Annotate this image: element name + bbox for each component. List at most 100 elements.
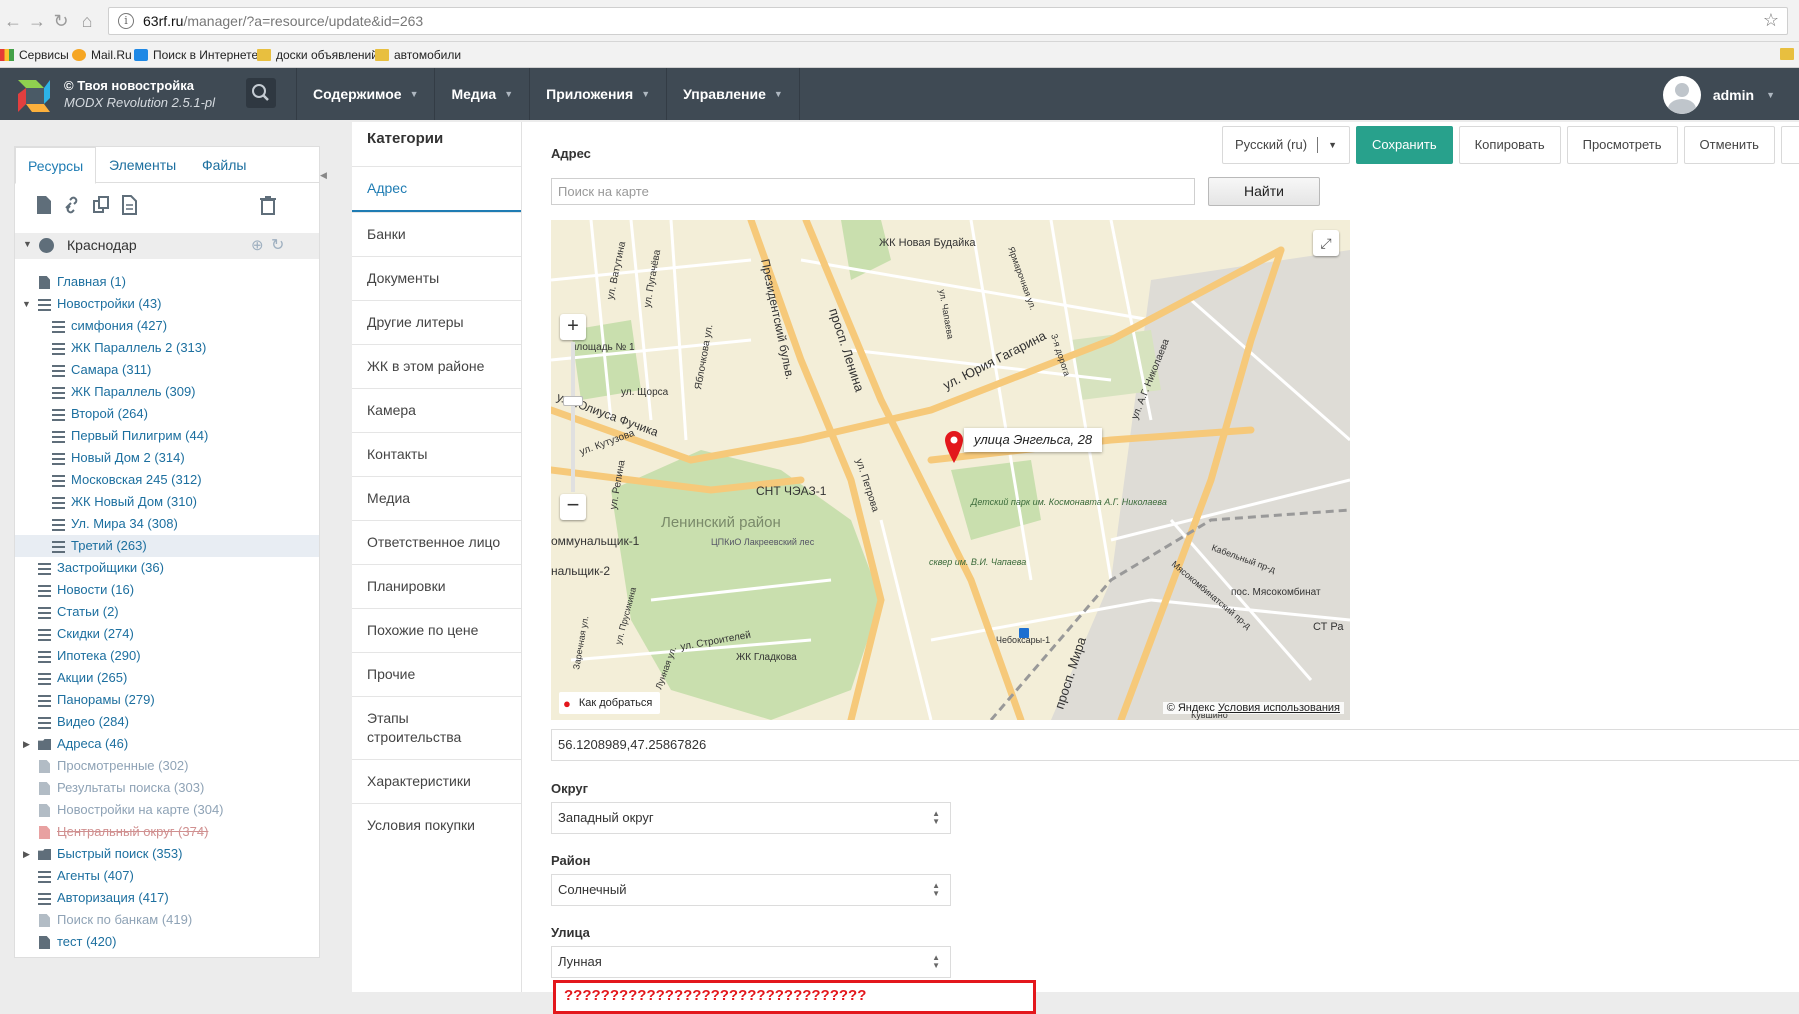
tab-other[interactable]: Прочие <box>352 652 521 696</box>
map-canvas[interactable]: ЖК Новая Будайка ул. Ватутина ул. Пугачё… <box>551 220 1350 720</box>
tab-contacts[interactable]: Контакты <box>352 432 521 476</box>
expand-toggle-icon[interactable]: ▶ <box>23 843 30 865</box>
zoom-slider-handle[interactable] <box>563 396 583 406</box>
tree-root-context[interactable]: ▼ Краснодар ⊕ ↻ <box>15 233 319 259</box>
tab-jk-in-area[interactable]: ЖК в этом районе <box>352 344 521 388</box>
avatar[interactable] <box>1662 76 1701 114</box>
language-select[interactable]: Русский (ru) ▼ <box>1222 126 1350 164</box>
more-button[interactable] <box>1780 126 1799 164</box>
tree-node[interactable]: Новости (16) <box>15 579 319 601</box>
nav-apps[interactable]: Приложения ▼ <box>530 68 668 120</box>
bookmark-cars[interactable]: автомобили <box>375 48 461 62</box>
tab-media[interactable]: Медиа <box>352 476 521 520</box>
find-button[interactable]: Найти <box>1208 177 1320 206</box>
tree-node[interactable]: Просмотренные (302) <box>15 755 319 777</box>
tree-node[interactable]: Панорамы (279) <box>15 689 319 711</box>
cancel-button[interactable]: Отменить <box>1683 126 1775 164</box>
bookmark-star-icon[interactable]: ☆ <box>1763 10 1779 31</box>
tree-node[interactable]: симфония (427) <box>15 315 319 337</box>
copy-button[interactable]: Копировать <box>1458 126 1561 164</box>
forward-icon[interactable]: → <box>26 10 48 32</box>
address-bar[interactable]: i 63rf.ru/manager/?a=resource/update&id=… <box>108 7 1788 35</box>
street-select[interactable]: Лунная ▲ ▼ <box>551 946 951 978</box>
tree-node[interactable]: Главная (1) <box>15 271 319 293</box>
tree-node[interactable]: ЖК Параллель 2 (313) <box>15 337 319 359</box>
map-pin-icon[interactable] <box>943 430 965 464</box>
save-button[interactable]: Сохранить <box>1356 126 1453 164</box>
tree-node[interactable]: Первый Пилигрим (44) <box>15 425 319 447</box>
tree-node[interactable]: Застройщики (36) <box>15 557 319 579</box>
tree-node[interactable]: Московская 245 (312) <box>15 469 319 491</box>
tree-node[interactable]: Второй (264) <box>15 403 319 425</box>
tab-elements[interactable]: Элементы <box>97 147 188 183</box>
expand-toggle-icon[interactable]: ▼ <box>23 239 32 249</box>
add-child-icon[interactable]: ⊕ <box>251 236 264 254</box>
back-icon[interactable]: ← <box>2 10 24 32</box>
tree-node[interactable]: Новый Дом 2 (314) <box>15 447 319 469</box>
tab-construction-stages[interactable]: Этапы строительства <box>352 696 521 759</box>
tree-node[interactable]: Скидки (274) <box>15 623 319 645</box>
tree-node[interactable]: ЖК Параллель (309) <box>15 381 319 403</box>
zoom-out-icon[interactable]: − <box>560 494 586 520</box>
tab-characteristics[interactable]: Характеристики <box>352 759 521 803</box>
yandex-map[interactable]: ЖК Новая Будайка ул. Ватутина ул. Пугачё… <box>551 220 1350 720</box>
tab-documents[interactable]: Документы <box>352 256 521 300</box>
tab-responsible[interactable]: Ответственное лицо <box>352 520 521 564</box>
tab-purchase-terms[interactable]: Условия покупки <box>352 803 521 847</box>
info-icon[interactable]: i <box>118 13 134 29</box>
tab-files[interactable]: Файлы <box>190 147 258 183</box>
modx-logo-icon[interactable] <box>14 76 54 116</box>
tree-node[interactable]: ЖК Новый Дом (310) <box>15 491 319 513</box>
tree-node-selected[interactable]: Третий (263) <box>15 535 319 557</box>
expand-toggle-icon[interactable]: ▶ <box>23 733 30 755</box>
tree-node[interactable]: ▶ Адреса (46) <box>15 733 319 755</box>
tree-node[interactable]: Ипотека (290) <box>15 645 319 667</box>
nav-manage[interactable]: Управление ▼ <box>667 68 800 120</box>
new-symlink-icon[interactable] <box>92 195 110 215</box>
tree-node[interactable]: Поиск по банкам (419) <box>15 909 319 931</box>
expand-toggle-icon[interactable]: ▼ <box>22 293 31 315</box>
search-button[interactable] <box>246 78 276 108</box>
tab-layouts[interactable]: Планировки <box>352 564 521 608</box>
tree-node[interactable]: Статьи (2) <box>15 601 319 623</box>
new-static-resource-icon[interactable] <box>120 195 138 215</box>
tab-banks[interactable]: Банки <box>352 212 521 256</box>
terms-link[interactable]: Условия использования <box>1218 702 1340 714</box>
rayon-select[interactable]: Солнечный ▲ ▼ <box>551 874 951 906</box>
tree-node[interactable]: Агенты (407) <box>15 865 319 887</box>
fullscreen-icon[interactable]: ⤢ <box>1313 230 1339 256</box>
tab-similar-price[interactable]: Похожие по цене <box>352 608 521 652</box>
bookmark-other-folder[interactable] <box>1780 48 1794 60</box>
tree-node[interactable]: Акции (265) <box>15 667 319 689</box>
home-icon[interactable]: ⌂ <box>76 10 98 32</box>
new-weblink-icon[interactable] <box>63 195 81 215</box>
bookmark-apps[interactable]: Сервисы <box>0 48 69 62</box>
tab-resources[interactable]: Ресурсы <box>15 147 97 184</box>
tree-node[interactable]: Результаты поиска (303) <box>15 777 319 799</box>
tree-node-deleted[interactable]: Центральный округ (374) <box>15 821 319 843</box>
tree-node[interactable]: Самара (311) <box>15 359 319 381</box>
tree-node[interactable]: тест (420) <box>15 931 319 953</box>
zoom-in-icon[interactable]: + <box>560 314 586 340</box>
tree-node[interactable]: Ул. Мира 34 (308) <box>15 513 319 535</box>
collapse-tree-icon[interactable]: ◀ <box>320 170 328 200</box>
zoom-slider-track[interactable] <box>571 342 575 492</box>
refresh-icon[interactable]: ↻ <box>271 235 284 255</box>
bookmark-boards[interactable]: доски объявлений <box>257 48 378 62</box>
tree-node[interactable]: Видео (284) <box>15 711 319 733</box>
view-button[interactable]: Просмотреть <box>1566 126 1678 164</box>
tab-address[interactable]: Адрес <box>352 166 521 212</box>
new-document-icon[interactable] <box>35 195 53 215</box>
tree-node[interactable]: ▶ Быстрый поиск (353) <box>15 843 319 865</box>
map-balloon[interactable]: улица Энгельса, 28 <box>964 428 1103 452</box>
okrug-select[interactable]: Западный округ ▲ ▼ <box>551 802 951 834</box>
coordinates-field[interactable]: 56.1208989,47.25867826 <box>551 729 1799 761</box>
tree-node[interactable]: ▼ Новостройки (43) <box>15 293 319 315</box>
route-link[interactable]: ● Как добраться <box>559 692 661 714</box>
map-search-input[interactable]: Поиск на карте <box>551 178 1195 205</box>
trash-icon[interactable] <box>259 195 277 215</box>
nav-media[interactable]: Медиа ▼ <box>435 68 531 120</box>
reload-icon[interactable]: ↻ <box>50 10 72 32</box>
tab-other-liters[interactable]: Другие литеры <box>352 300 521 344</box>
tree-node[interactable]: Авторизация (417) <box>15 887 319 909</box>
